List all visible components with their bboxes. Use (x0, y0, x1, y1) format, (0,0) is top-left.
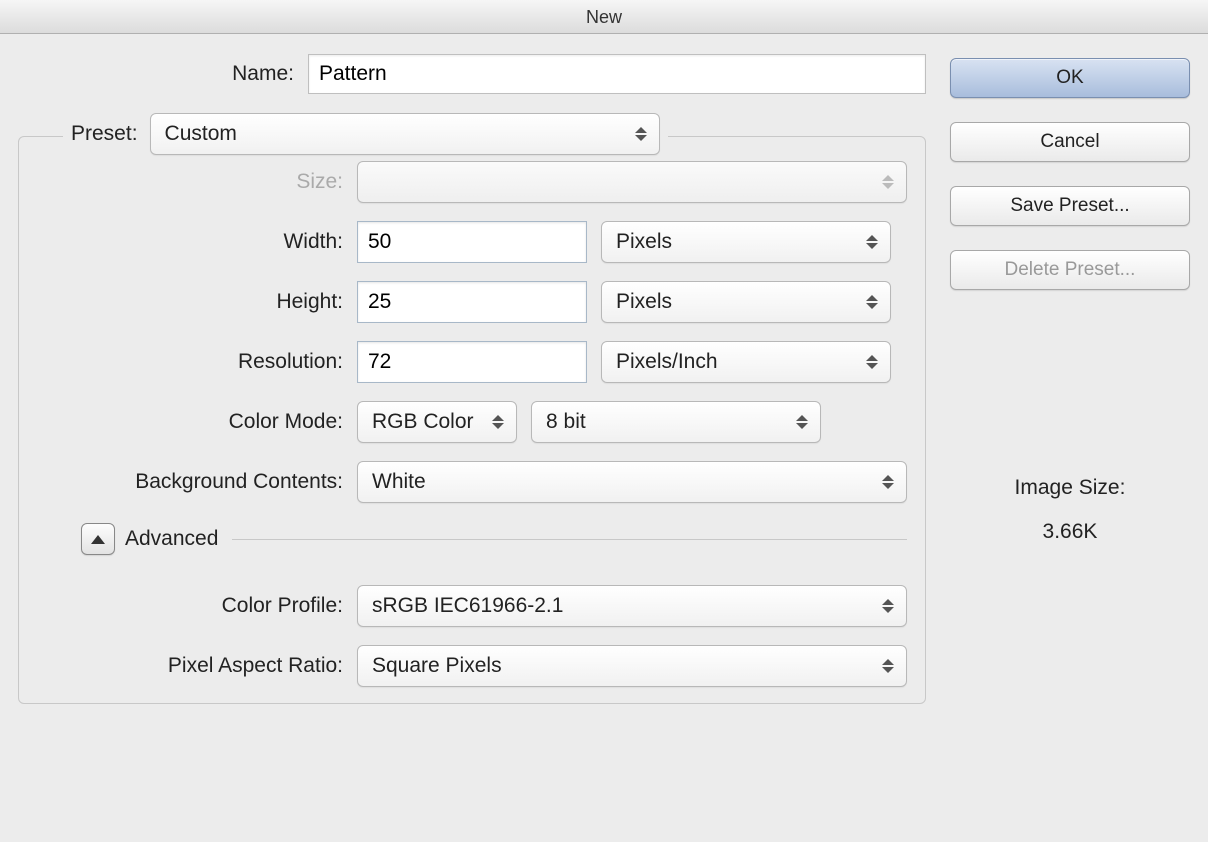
chevron-up-down-icon (796, 415, 810, 429)
window-title: New (586, 7, 622, 27)
form-column: Name: Preset: Custom Size: (18, 54, 926, 704)
width-unit-value: Pixels (616, 230, 672, 254)
chevron-up-down-icon (866, 295, 880, 309)
name-row: Name: (18, 54, 926, 94)
size-row: Size: (37, 161, 907, 203)
height-unit-value: Pixels (616, 290, 672, 314)
colordepth-select[interactable]: 8 bit (531, 401, 821, 443)
preset-value: Custom (165, 122, 237, 146)
chevron-up-down-icon (882, 175, 896, 189)
pixelaspect-row: Pixel Aspect Ratio: Square Pixels (37, 645, 907, 687)
width-row: Width: Pixels (37, 221, 907, 263)
pixelaspect-value: Square Pixels (372, 654, 502, 678)
preset-label: Preset: (71, 122, 138, 146)
bgcontents-select[interactable]: White (357, 461, 907, 503)
image-size-label: Image Size: (950, 476, 1190, 500)
height-input[interactable] (357, 281, 587, 323)
delete-preset-button: Delete Preset... (950, 250, 1190, 290)
bgcontents-value: White (372, 470, 426, 494)
advanced-disclosure-button[interactable] (81, 523, 115, 555)
divider (232, 539, 907, 540)
preset-select[interactable]: Custom (150, 113, 660, 155)
width-label: Width: (37, 230, 357, 254)
resolution-row: Resolution: Pixels/Inch (37, 341, 907, 383)
colormode-label: Color Mode: (37, 410, 357, 434)
action-column: OK Cancel Save Preset... Delete Preset..… (950, 54, 1190, 704)
height-unit-select[interactable]: Pixels (601, 281, 891, 323)
pixelaspect-label: Pixel Aspect Ratio: (37, 654, 357, 678)
bgcontents-label: Background Contents: (37, 470, 357, 494)
ok-button[interactable]: OK (950, 58, 1190, 98)
colordepth-value: 8 bit (546, 410, 586, 434)
advanced-label: Advanced (125, 527, 218, 551)
colormode-value: RGB Color (372, 410, 474, 434)
preset-legend: Preset: Custom (63, 113, 668, 155)
chevron-up-down-icon (492, 415, 506, 429)
pixelaspect-select[interactable]: Square Pixels (357, 645, 907, 687)
chevron-up-down-icon (882, 659, 896, 673)
resolution-unit-value: Pixels/Inch (616, 350, 718, 374)
chevron-up-down-icon (866, 235, 880, 249)
height-row: Height: Pixels (37, 281, 907, 323)
advanced-row: Advanced (81, 523, 907, 555)
resolution-input[interactable] (357, 341, 587, 383)
chevron-up-down-icon (866, 355, 880, 369)
image-size-info: Image Size: 3.66K (950, 476, 1190, 704)
window-titlebar: New (0, 0, 1208, 34)
width-input[interactable] (357, 221, 587, 263)
dialog-body: Name: Preset: Custom Size: (0, 34, 1208, 722)
cancel-button[interactable]: Cancel (950, 122, 1190, 162)
chevron-up-down-icon (882, 599, 896, 613)
chevron-up-down-icon (635, 127, 649, 141)
chevron-up-down-icon (882, 475, 896, 489)
colormode-row: Color Mode: RGB Color 8 bit (37, 401, 907, 443)
resolution-unit-select[interactable]: Pixels/Inch (601, 341, 891, 383)
size-select (357, 161, 907, 203)
colormode-select[interactable]: RGB Color (357, 401, 517, 443)
size-label: Size: (37, 170, 357, 194)
colorprofile-label: Color Profile: (37, 594, 357, 618)
name-input[interactable] (308, 54, 926, 94)
colorprofile-value: sRGB IEC61966-2.1 (372, 594, 563, 618)
name-label: Name: (18, 62, 308, 86)
resolution-label: Resolution: (37, 350, 357, 374)
settings-group: Preset: Custom Size: Width: Pixel (18, 136, 926, 704)
colorprofile-select[interactable]: sRGB IEC61966-2.1 (357, 585, 907, 627)
save-preset-button[interactable]: Save Preset... (950, 186, 1190, 226)
image-size-value: 3.66K (950, 520, 1190, 544)
bgcontents-row: Background Contents: White (37, 461, 907, 503)
chevron-up-icon (91, 535, 105, 544)
height-label: Height: (37, 290, 357, 314)
colorprofile-row: Color Profile: sRGB IEC61966-2.1 (37, 585, 907, 627)
width-unit-select[interactable]: Pixels (601, 221, 891, 263)
